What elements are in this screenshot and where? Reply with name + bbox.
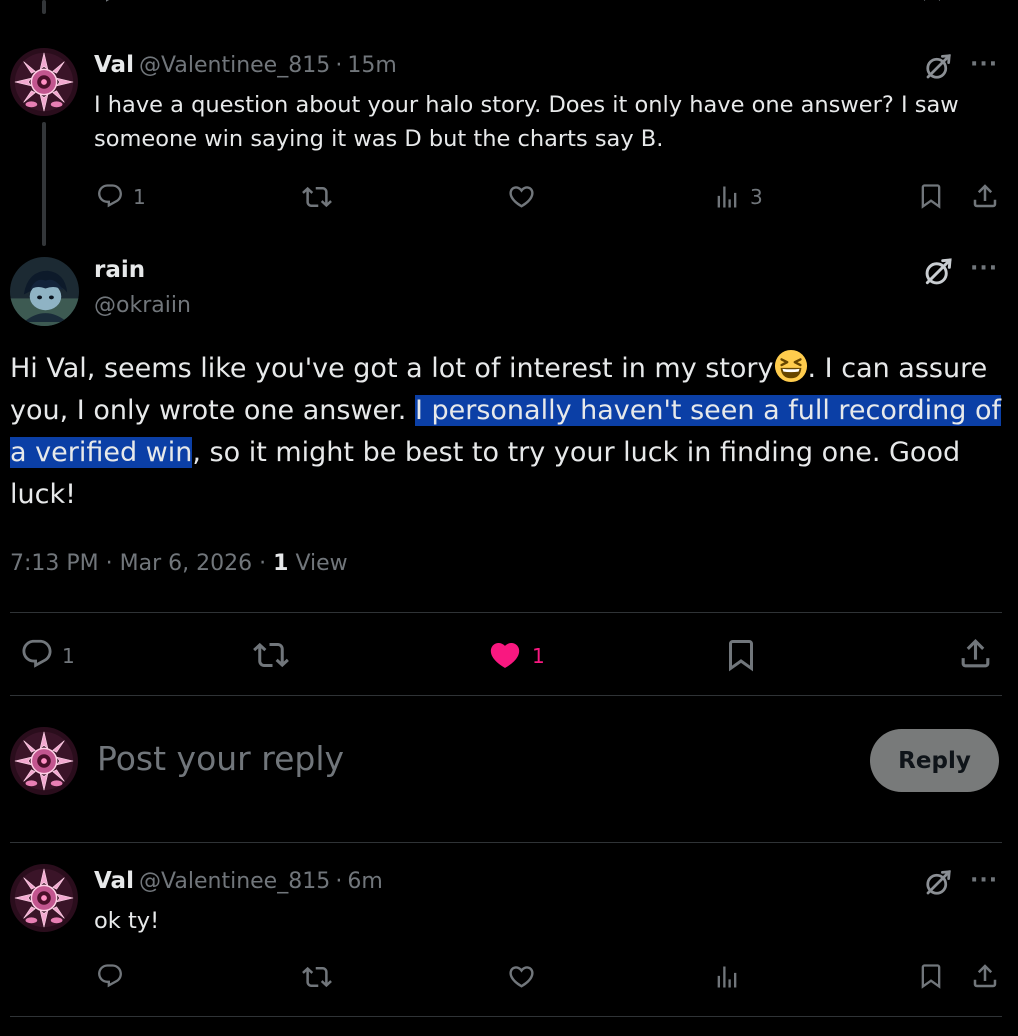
avatar [10,727,78,795]
views-icon[interactable] [713,183,741,211]
thread-line [42,122,46,246]
heart-icon[interactable] [507,962,536,991]
tweet-text: I have a question about your halo story.… [94,92,959,152]
bookmark-icon[interactable] [723,637,759,673]
separator: · [259,551,267,576]
tweet-text-part: Hi Val, seems like you've got a lot of i… [10,353,774,384]
reply-count: 1 [62,644,75,668]
divider [10,612,1002,613]
reply-icon[interactable] [20,637,54,671]
like-count: 1 [532,644,545,668]
more-options-icon[interactable]: ··· [970,52,998,77]
user-handle[interactable]: @Valentinee_815 [139,53,330,78]
avatar[interactable] [10,48,78,116]
grok-icon[interactable] [923,52,953,82]
reply-count: 1 [133,185,146,209]
reply-icon[interactable] [96,962,124,990]
avatar[interactable] [10,864,78,932]
divider [10,842,1002,843]
timestamp[interactable]: 7:13 PM [10,551,99,576]
tweet-header: Val @Valentinee_815 · 6m [94,868,383,894]
views-count: 1 [273,551,289,576]
bookmark-icon[interactable] [917,182,945,210]
more-options-icon[interactable]: ··· [970,256,998,281]
thread-line [42,0,46,14]
views-icon[interactable] [714,0,738,2]
tweet-meta: 7:13 PM · Mar 6, 2026 · 1 View [10,551,348,576]
user-name[interactable]: rain [94,257,145,283]
share-icon[interactable] [973,0,997,2]
date[interactable]: Mar 6, 2026 [120,551,252,576]
divider [10,1016,1002,1017]
bookmark-icon[interactable] [917,962,945,990]
user-name[interactable]: Val [94,868,134,894]
separator: · [335,53,343,78]
tweet-text: ok ty! [94,908,160,934]
grok-icon[interactable] [922,256,954,288]
heart-icon[interactable] [487,638,523,672]
separator: · [105,551,113,576]
share-icon[interactable] [970,181,1000,211]
user-handle[interactable]: @Valentinee_815 [139,869,330,894]
reply-icon[interactable] [96,182,124,210]
user-handle[interactable]: @okraiin [94,293,191,318]
avatar[interactable] [10,257,79,326]
reply-icon[interactable] [96,0,120,4]
reply-button[interactable]: Reply [870,729,999,792]
heart-icon[interactable] [512,0,530,2]
divider [10,695,1002,696]
grinning-squinting-face-icon [774,349,808,383]
retweet-icon[interactable] [252,637,290,673]
timestamp[interactable]: 15m [347,53,396,78]
user-name[interactable]: Val [94,52,134,78]
retweet-icon[interactable] [302,962,332,992]
retweet-icon[interactable] [302,182,332,212]
views-icon[interactable] [713,963,741,991]
heart-icon[interactable] [507,182,536,211]
reply-input[interactable]: Post your reply [97,739,344,778]
separator: · [335,869,343,894]
share-icon[interactable] [970,961,1000,991]
tweet-text: Hi Val, seems like you've got a lot of i… [10,348,1005,516]
more-options-icon[interactable]: ··· [970,868,998,893]
views-count: 3 [750,185,763,209]
timestamp[interactable]: 6m [347,869,382,894]
grok-icon[interactable] [923,868,953,898]
views-label: View [295,551,348,576]
tweet-header: Val @Valentinee_815 · 15m [94,52,397,78]
bookmark-icon[interactable] [920,0,944,2]
share-icon[interactable] [957,635,994,672]
